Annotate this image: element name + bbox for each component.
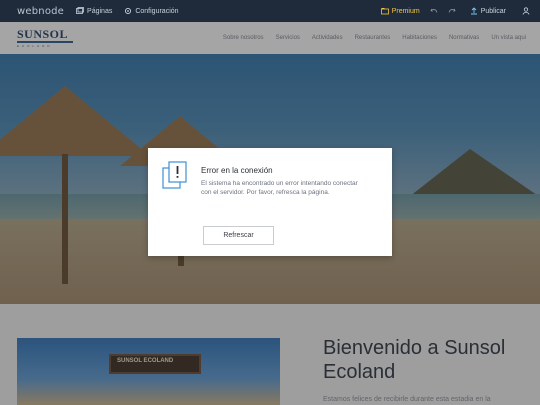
settings-menu[interactable]: Configuración xyxy=(124,7,179,15)
gear-icon xyxy=(125,7,132,15)
crown-icon xyxy=(380,8,389,15)
pages-menu[interactable]: Páginas xyxy=(76,7,112,15)
publish-label: Publicar xyxy=(480,7,506,15)
connection-error-dialog: Error en la conexión El sistema ha encon… xyxy=(148,148,392,256)
redo-icon[interactable] xyxy=(448,7,456,15)
premium-label: Premium xyxy=(391,7,420,15)
upload-icon xyxy=(470,7,477,15)
pages-icon xyxy=(76,7,84,14)
editor-toolbar: webnode Páginas Configuración Premium Pu… xyxy=(0,0,540,22)
pages-label: Páginas xyxy=(87,7,113,15)
settings-label: Configuración xyxy=(135,7,179,15)
premium-button[interactable]: Premium xyxy=(380,7,420,15)
dialog-title: Error en la conexión xyxy=(201,166,273,175)
publish-button[interactable]: Publicar xyxy=(470,7,506,15)
refresh-button[interactable]: Refrescar xyxy=(203,226,274,245)
dialog-message: El sistema ha encontrado un error intent… xyxy=(201,180,358,196)
webnode-logo[interactable]: webnode xyxy=(17,6,64,17)
document-warning-icon xyxy=(162,161,187,189)
undo-icon[interactable] xyxy=(430,7,438,15)
user-icon[interactable] xyxy=(522,7,530,15)
